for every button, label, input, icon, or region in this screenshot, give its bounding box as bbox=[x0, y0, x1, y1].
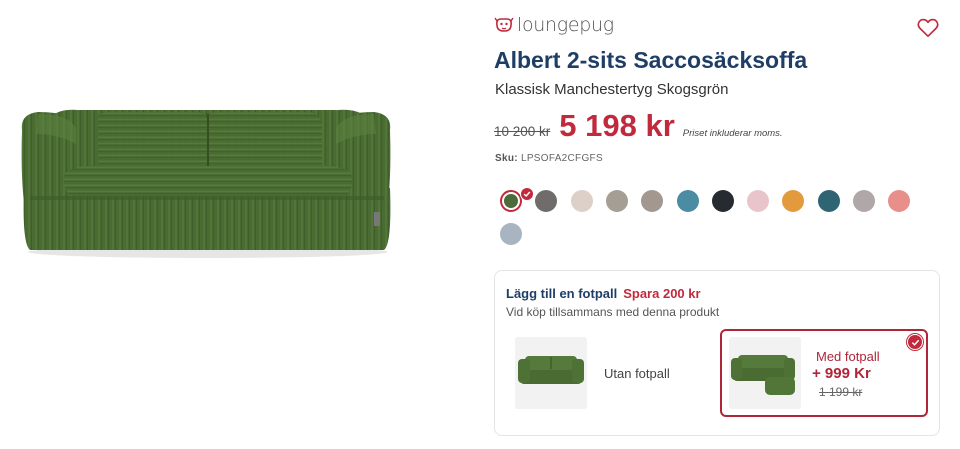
product-image[interactable] bbox=[18, 104, 398, 264]
heart-icon[interactable] bbox=[917, 18, 939, 38]
color-swatch[interactable] bbox=[500, 223, 522, 245]
color-swatch[interactable] bbox=[888, 190, 911, 212]
sofa-footstool-thumbnail-icon bbox=[731, 355, 795, 395]
sku: Sku: LPSOFA2CFGFS bbox=[495, 153, 603, 164]
color-swatch[interactable] bbox=[747, 190, 770, 212]
thumb-sofa-footstool bbox=[729, 337, 801, 409]
thumb-sofa bbox=[515, 337, 587, 409]
pug-logo-icon bbox=[494, 17, 514, 32]
sku-label: Sku: bbox=[495, 153, 518, 164]
option-with-old-price: 1 199 kr bbox=[819, 385, 863, 399]
addon-heading: Lägg till en fotpall bbox=[506, 286, 618, 301]
brand-name: loungepug bbox=[517, 14, 614, 36]
color-swatch[interactable] bbox=[500, 187, 534, 212]
footstool-addon: Lägg till en fotpall Spara 200 kr Vid köp… bbox=[494, 270, 940, 436]
swatch-fill bbox=[504, 194, 518, 208]
brand-logo[interactable]: loungepug bbox=[494, 14, 614, 36]
color-swatch[interactable] bbox=[676, 190, 699, 212]
color-swatch[interactable] bbox=[605, 190, 628, 212]
product-title: Albert 2-sits Saccosäcksoffa bbox=[494, 47, 808, 73]
color-swatch[interactable] bbox=[641, 190, 664, 212]
vat-note: Priset inkluderar moms. bbox=[682, 128, 783, 139]
original-price: 10 200 kr bbox=[494, 124, 551, 139]
color-swatch[interactable] bbox=[817, 190, 840, 212]
color-swatch[interactable] bbox=[853, 190, 875, 212]
product-info: loungepug Albert 2-sits Saccosäcksoffa K… bbox=[494, 0, 944, 449]
check-icon bbox=[907, 334, 923, 350]
sale-price: 5 198 kr bbox=[559, 108, 675, 143]
sku-value: LPSOFA2CFGFS bbox=[520, 153, 603, 164]
product-gallery bbox=[0, 0, 420, 449]
option-with-footstool[interactable]: Med fotpall + 999 Kr 1 199 kr bbox=[720, 329, 928, 417]
color-swatch[interactable] bbox=[535, 190, 558, 212]
option-with-label: Med fotpall bbox=[816, 349, 880, 364]
color-swatch[interactable] bbox=[570, 190, 593, 212]
addon-subheading: Vid köp tillsammans med denna produkt bbox=[506, 305, 720, 319]
addon-heading-row: Lägg till en fotpall Spara 200 kr bbox=[506, 286, 701, 301]
price-row: 10 200 kr 5 198 kr Priset inkluderar mom… bbox=[494, 108, 783, 144]
check-icon bbox=[520, 187, 534, 201]
product-subtitle: Klassisk Manchestertyg Skogsgrön bbox=[495, 81, 729, 98]
option-without-footstool[interactable]: Utan fotpall bbox=[506, 329, 710, 417]
sofa-thumbnail-icon bbox=[518, 356, 584, 384]
color-swatch[interactable] bbox=[711, 190, 734, 212]
addon-saving: Spara 200 kr bbox=[623, 286, 701, 301]
option-without-label: Utan fotpall bbox=[604, 366, 670, 381]
option-with-price: + 999 Kr bbox=[812, 365, 871, 382]
color-swatch[interactable] bbox=[782, 190, 805, 212]
